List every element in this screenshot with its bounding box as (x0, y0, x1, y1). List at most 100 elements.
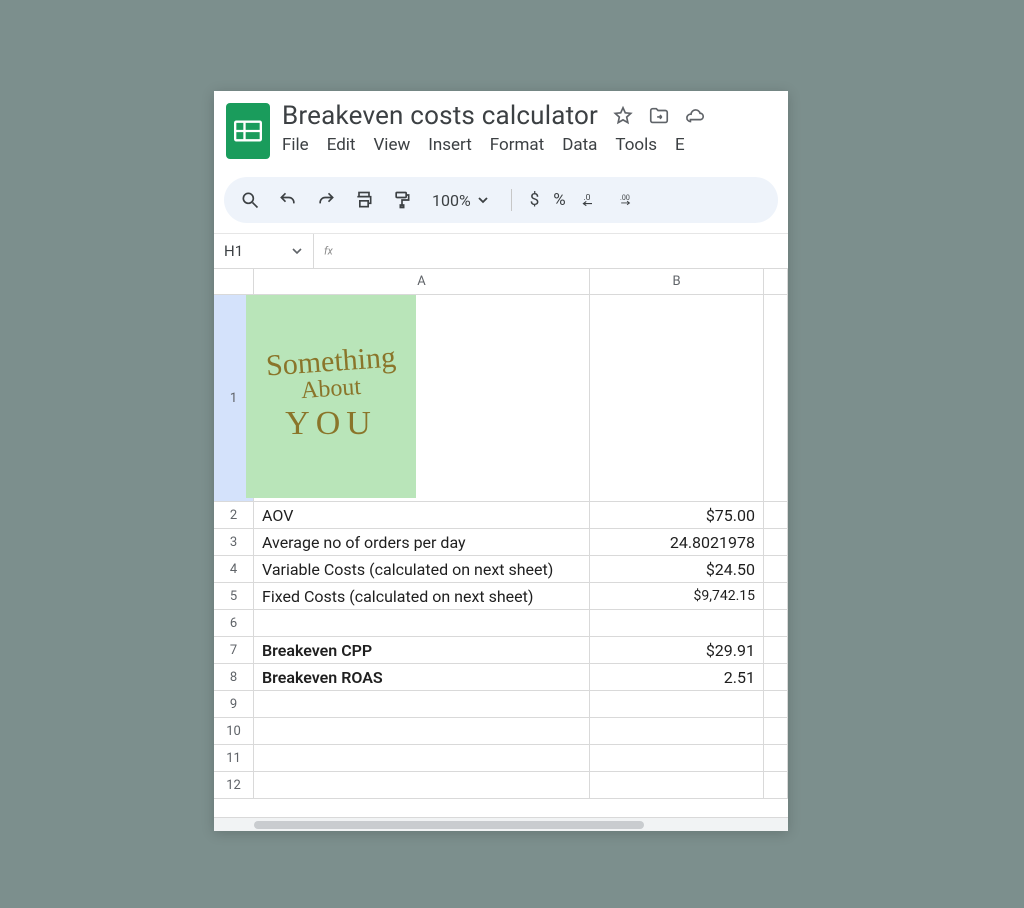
row-number[interactable]: 8 (214, 664, 254, 690)
cell-C9[interactable] (764, 691, 788, 717)
row-number[interactable]: 3 (214, 529, 254, 555)
move-to-folder-icon[interactable] (648, 105, 670, 127)
cell-C5[interactable] (764, 583, 788, 609)
cell-B11[interactable] (590, 745, 764, 771)
cell-A8[interactable]: Breakeven ROAS (254, 664, 590, 690)
cell-C8[interactable] (764, 664, 788, 690)
toolbar-divider (511, 189, 512, 211)
svg-text:.0: .0 (583, 193, 590, 203)
svg-text:fx: fx (324, 244, 334, 257)
toolbar: 100% $ % .0 .00 (224, 177, 778, 223)
cell-C3[interactable] (764, 529, 788, 555)
name-box[interactable]: H1 (214, 234, 314, 268)
cloud-saved-icon[interactable] (684, 105, 706, 127)
row-number[interactable]: 9 (214, 691, 254, 717)
name-box-value: H1 (224, 242, 243, 260)
row-3: 3 Average no of orders per day 24.802197… (214, 529, 788, 556)
row-6: 6 (214, 610, 788, 637)
row-2: 2 AOV $75.00 (214, 502, 788, 529)
cell-B3[interactable]: 24.8021978 (590, 529, 764, 555)
menu-insert[interactable]: Insert (428, 135, 472, 155)
row-number[interactable]: 7 (214, 637, 254, 663)
menu-data[interactable]: Data (562, 135, 597, 155)
row-number[interactable]: 5 (214, 583, 254, 609)
cell-A12[interactable] (254, 772, 590, 798)
column-header-B[interactable]: B (590, 269, 764, 294)
cell-C7[interactable] (764, 637, 788, 663)
column-header-A[interactable]: A (254, 269, 590, 294)
cell-C6[interactable] (764, 610, 788, 636)
cell-A7[interactable]: Breakeven CPP (254, 637, 590, 663)
formula-bar-row: H1 fx (214, 233, 788, 269)
cell-B4[interactable]: $24.50 (590, 556, 764, 582)
svg-text:.00: .00 (620, 193, 630, 202)
rows-container: 1 Something About YOU 2 AOV $75.00 (214, 295, 788, 817)
undo-icon[interactable] (276, 188, 300, 212)
menu-extensions-cut[interactable]: E (675, 135, 685, 155)
cell-A4[interactable]: Variable Costs (calculated on next sheet… (254, 556, 590, 582)
scrollbar-thumb[interactable] (254, 821, 644, 829)
row-number[interactable]: 6 (214, 610, 254, 636)
cell-B9[interactable] (590, 691, 764, 717)
row-number[interactable]: 4 (214, 556, 254, 582)
cell-C12[interactable] (764, 772, 788, 798)
row-number[interactable]: 10 (214, 718, 254, 744)
search-icon[interactable] (238, 188, 262, 212)
decrease-decimal-icon[interactable]: .0 (580, 188, 604, 212)
cell-C4[interactable] (764, 556, 788, 582)
formula-bar[interactable]: fx (314, 243, 350, 259)
zoom-picker[interactable]: 100% (432, 191, 489, 210)
row-11: 11 (214, 745, 788, 772)
menu-tools[interactable]: Tools (615, 135, 657, 155)
row-12: 12 (214, 772, 788, 799)
redo-icon[interactable] (314, 188, 338, 212)
row-8: 8 Breakeven ROAS 2.51 (214, 664, 788, 691)
select-all-corner[interactable] (214, 269, 254, 294)
cell-A5[interactable]: Fixed Costs (calculated on next sheet) (254, 583, 590, 609)
paint-format-icon[interactable] (390, 188, 414, 212)
format-percent-button[interactable]: % (553, 190, 565, 210)
document-title[interactable]: Breakeven costs calculator (282, 101, 598, 131)
column-header-cut (764, 269, 788, 294)
cell-B5[interactable]: $9,742.15 (590, 583, 764, 609)
cell-C1[interactable] (764, 295, 788, 501)
format-currency-button[interactable]: $ (530, 190, 540, 210)
cell-A1[interactable]: Something About YOU (254, 295, 590, 501)
cell-B10[interactable] (590, 718, 764, 744)
app-window: Breakeven costs calculator File Edit Vie… (214, 91, 788, 831)
cell-B8[interactable]: 2.51 (590, 664, 764, 690)
cell-A2[interactable]: AOV (254, 502, 590, 528)
menu-view[interactable]: View (373, 135, 410, 155)
cell-B2[interactable]: $75.00 (590, 502, 764, 528)
row-number[interactable]: 2 (214, 502, 254, 528)
menu-format[interactable]: Format (490, 135, 544, 155)
sheets-product-icon[interactable] (226, 103, 270, 159)
brand-logo-image: Something About YOU (246, 295, 416, 498)
increase-decimal-icon[interactable]: .00 (618, 188, 642, 212)
star-icon[interactable] (612, 105, 634, 127)
cell-B1[interactable] (590, 295, 764, 501)
chevron-down-icon (477, 194, 489, 206)
row-number[interactable]: 11 (214, 745, 254, 771)
cell-C10[interactable] (764, 718, 788, 744)
cell-B6[interactable] (590, 610, 764, 636)
cell-A3[interactable]: Average no of orders per day (254, 529, 590, 555)
cell-A9[interactable] (254, 691, 590, 717)
cell-A6[interactable] (254, 610, 590, 636)
cell-C2[interactable] (764, 502, 788, 528)
row-number[interactable]: 12 (214, 772, 254, 798)
cell-A11[interactable] (254, 745, 590, 771)
row-10: 10 (214, 718, 788, 745)
cell-A10[interactable] (254, 718, 590, 744)
spreadsheet-grid[interactable]: A B 1 Something About YOU (214, 269, 788, 831)
cell-C11[interactable] (764, 745, 788, 771)
menu-edit[interactable]: Edit (327, 135, 356, 155)
print-icon[interactable] (352, 188, 376, 212)
title-bar: Breakeven costs calculator File Edit Vie… (214, 91, 788, 163)
cell-B7[interactable]: $29.91 (590, 637, 764, 663)
horizontal-scrollbar[interactable] (214, 817, 788, 831)
row-9: 9 (214, 691, 788, 718)
cell-B12[interactable] (590, 772, 764, 798)
menu-file[interactable]: File (282, 135, 309, 155)
menu-bar: File Edit View Insert Format Data Tools … (282, 135, 782, 155)
